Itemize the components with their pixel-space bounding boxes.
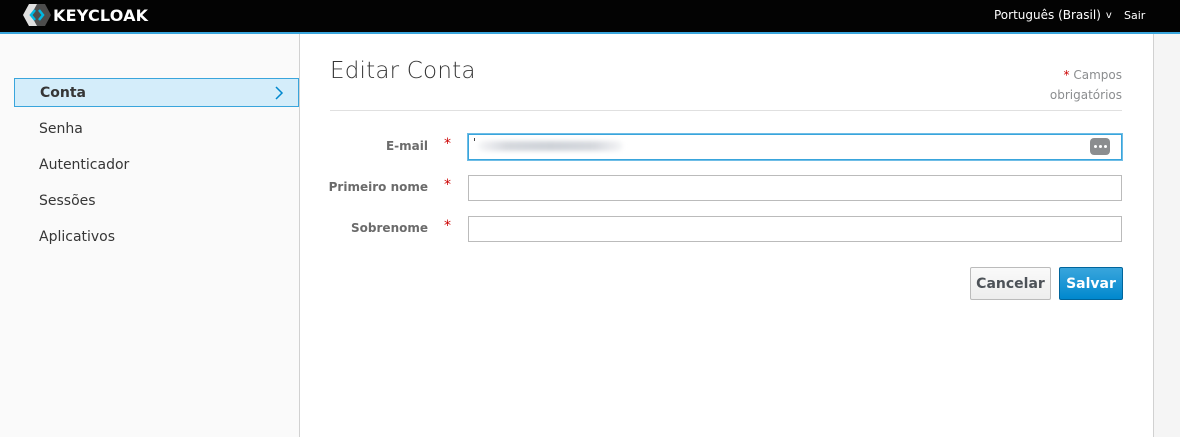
required-fields-note: * Campos obrigatórios xyxy=(1012,65,1122,105)
top-navbar: KEYCLOAK Português (Brasil) v Sair xyxy=(0,0,1180,32)
signout-link[interactable]: Sair xyxy=(1124,9,1145,22)
email-required-star: * xyxy=(444,136,451,152)
email-value-redacted xyxy=(478,141,623,151)
content-right-border xyxy=(1153,34,1154,437)
first-name-field[interactable] xyxy=(468,175,1122,201)
sidebar-item-label: Aplicativos xyxy=(39,228,116,245)
sidebar-item-label: Conta xyxy=(40,84,86,101)
required-note-line2: obrigatórios xyxy=(1049,88,1122,102)
last-name-label: Sobrenome xyxy=(351,221,428,235)
first-name-label: Primeiro nome xyxy=(328,180,428,194)
text-caret xyxy=(474,138,475,141)
language-label: Português (Brasil) xyxy=(994,8,1101,22)
last-name-required-star: * xyxy=(444,218,451,234)
page-title: Editar Conta xyxy=(330,58,476,84)
first-name-required-star: * xyxy=(444,177,451,193)
last-name-field[interactable] xyxy=(468,216,1122,242)
title-divider xyxy=(330,110,1122,111)
chevron-down-icon: v xyxy=(1105,9,1112,21)
required-star: * xyxy=(1063,68,1070,82)
brand-logo[interactable]: KEYCLOAK xyxy=(22,3,148,27)
sidebar-item-label: Senha xyxy=(39,120,83,137)
save-button[interactable]: Salvar xyxy=(1059,267,1123,300)
required-note-line1: Campos xyxy=(1073,68,1122,82)
cancel-button[interactable]: Cancelar xyxy=(970,267,1051,300)
sidebar-item-label: Autenticador xyxy=(39,156,130,173)
sidebar-item-conta[interactable]: Conta xyxy=(14,78,299,107)
password-manager-icon[interactable] xyxy=(1090,138,1110,155)
keycloak-logo-icon xyxy=(23,4,51,26)
email-label: E-mail xyxy=(385,139,428,153)
brand-text: KEYCLOAK xyxy=(53,5,149,25)
sidebar-item-autenticador[interactable]: Autenticador xyxy=(14,150,299,179)
language-dropdown[interactable]: Português (Brasil) v xyxy=(994,8,1112,22)
sidebar-item-label: Sessões xyxy=(39,192,96,209)
chevron-right-icon xyxy=(275,86,284,100)
